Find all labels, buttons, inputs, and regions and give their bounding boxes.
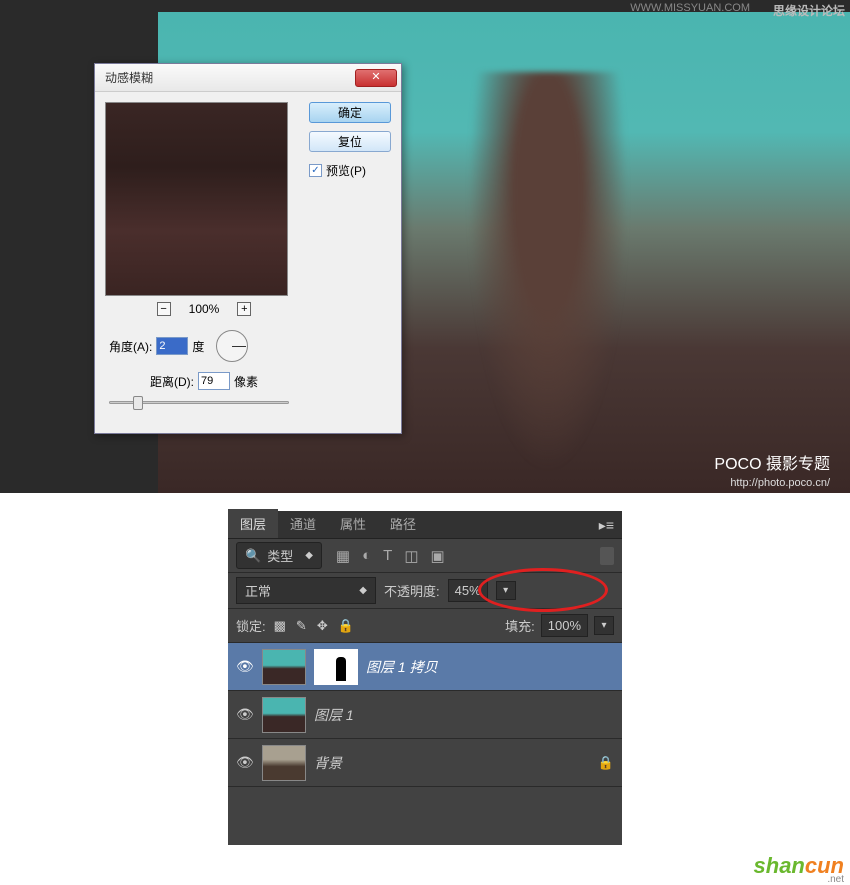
distance-slider[interactable] <box>105 394 293 412</box>
lock-pixels-icon[interactable]: ✎ <box>296 618 307 634</box>
shancun-net: .net <box>827 874 844 885</box>
filter-shape-icon[interactable]: ◫ <box>404 547 418 565</box>
dialog-title: 动感模糊 <box>105 69 355 86</box>
tab-properties[interactable]: 属性 <box>328 509 378 538</box>
panel-tabs: 图层 通道 属性 路径 ▸≡ <box>228 511 622 539</box>
layer-name[interactable]: 图层 1 <box>314 705 354 725</box>
lock-icon: 🔒 <box>598 755 614 771</box>
filter-type-dropdown[interactable]: 🔍 类型 ◆ <box>236 542 322 569</box>
lock-all-icon[interactable]: 🔒 <box>338 618 354 634</box>
search-icon: 🔍 <box>245 548 261 564</box>
angle-dial[interactable] <box>216 330 248 362</box>
visibility-toggle[interactable]: 👁 <box>236 658 254 675</box>
poco-logo: POCO 摄影专题 <box>714 450 830 475</box>
panel-menu-icon[interactable]: ▸≡ <box>591 513 622 538</box>
tab-paths[interactable]: 路径 <box>378 509 428 538</box>
angle-label: 角度(A): <box>109 338 152 355</box>
layer-thumbnail[interactable] <box>262 697 306 733</box>
tab-layers[interactable]: 图层 <box>228 509 278 538</box>
layer-thumbnail[interactable] <box>262 649 306 685</box>
watermark-text: 思缘设计论坛 <box>773 2 845 19</box>
layer-name[interactable]: 图层 1 拷贝 <box>366 657 438 677</box>
fill-label: 填充: <box>505 616 535 635</box>
filter-smart-icon[interactable]: ▣ <box>431 547 445 565</box>
fill-value[interactable]: 100% <box>541 614 588 637</box>
visibility-toggle[interactable]: 👁 <box>236 706 254 723</box>
zoom-in-button[interactable]: + <box>237 302 251 316</box>
angle-input[interactable] <box>156 337 188 355</box>
blend-mode-dropdown[interactable]: 正常◆ <box>236 577 376 604</box>
layer-mask-thumbnail[interactable] <box>314 649 358 685</box>
motion-blur-dialog: 动感模糊 ✕ − 100% + 角度(A): 度 距离(D): 像素 <box>94 63 402 434</box>
opacity-dropdown[interactable]: ▾ <box>496 581 516 600</box>
opacity-value[interactable]: 45% <box>448 579 488 602</box>
filter-type-icon[interactable]: T <box>383 547 392 565</box>
slider-thumb[interactable] <box>133 396 143 410</box>
distance-unit: 像素 <box>234 373 258 390</box>
photo-subject <box>468 72 628 472</box>
poco-url: http://photo.poco.cn/ <box>730 477 830 489</box>
filter-toggle[interactable] <box>600 547 614 565</box>
watermark-url: WWW.MISSYUAN.COM <box>630 2 750 14</box>
tab-channels[interactable]: 通道 <box>278 509 328 538</box>
layer-thumbnail[interactable] <box>262 745 306 781</box>
opacity-label: 不透明度: <box>384 581 440 600</box>
ok-button[interactable]: 确定 <box>309 102 391 123</box>
filter-pixel-icon[interactable]: ▦ <box>336 547 350 565</box>
close-button[interactable]: ✕ <box>355 69 397 87</box>
filter-preview[interactable] <box>105 102 288 296</box>
layers-panel: 图层 通道 属性 路径 ▸≡ 🔍 类型 ◆ ▦ ◐ T ◫ ▣ 正常◆ 不透明度… <box>228 511 622 845</box>
preview-label: 预览(P) <box>326 162 366 179</box>
filter-adjust-icon[interactable]: ◐ <box>362 547 371 565</box>
lock-label: 锁定: <box>236 616 266 635</box>
lock-transparency-icon[interactable]: ▩ <box>274 618 286 634</box>
distance-input[interactable] <box>198 372 230 390</box>
distance-label: 距离(D): <box>150 373 194 390</box>
reset-button[interactable]: 复位 <box>309 131 391 152</box>
fill-dropdown[interactable]: ▾ <box>594 616 614 635</box>
visibility-toggle[interactable]: 👁 <box>236 754 254 771</box>
layer-row[interactable]: 👁 图层 1 <box>228 691 622 739</box>
preview-checkbox[interactable]: ✓ <box>309 164 322 177</box>
dialog-titlebar[interactable]: 动感模糊 ✕ <box>95 64 401 92</box>
lock-position-icon[interactable]: ✥ <box>317 618 328 634</box>
layer-row[interactable]: 👁 背景 🔒 <box>228 739 622 787</box>
angle-unit: 度 <box>192 338 204 355</box>
zoom-level: 100% <box>189 302 220 316</box>
layer-row[interactable]: 👁 图层 1 拷贝 <box>228 643 622 691</box>
zoom-out-button[interactable]: − <box>157 302 171 316</box>
layer-name[interactable]: 背景 <box>314 753 342 773</box>
